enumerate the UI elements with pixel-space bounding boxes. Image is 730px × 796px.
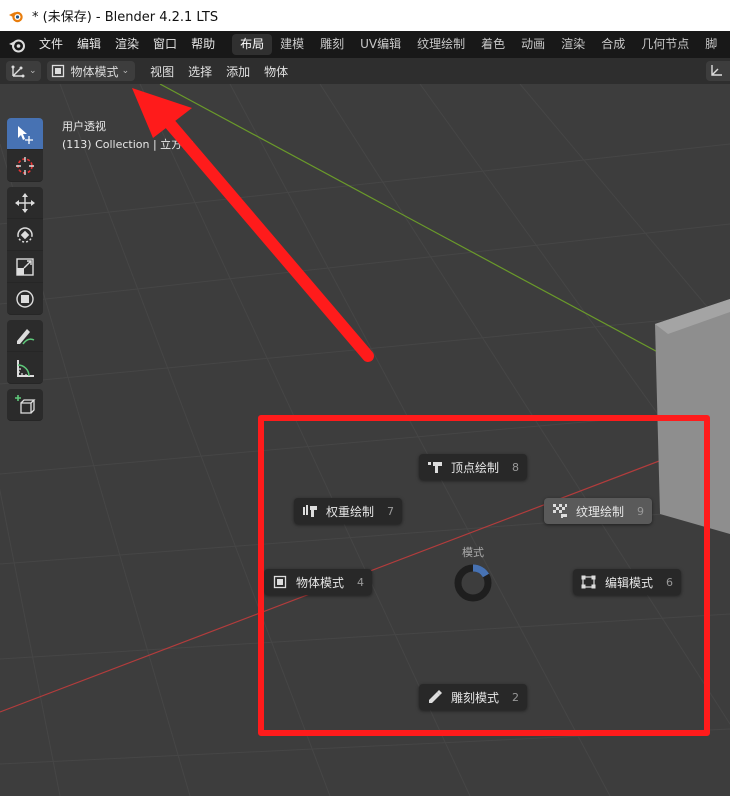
title-bar: * (未保存) - Blender 4.2.1 LTS: [0, 0, 730, 31]
tab-shading[interactable]: 着色: [473, 34, 513, 55]
add-cube-icon: [15, 394, 36, 414]
select-box-tool[interactable]: [7, 118, 43, 150]
annotate-tool[interactable]: [7, 320, 43, 352]
add-cube-tool[interactable]: [7, 389, 43, 421]
menu-edit[interactable]: 编辑: [70, 31, 108, 58]
menu-file[interactable]: 文件: [32, 31, 70, 58]
tab-scripting[interactable]: 脚: [697, 34, 725, 55]
menu-select[interactable]: 选择: [181, 63, 219, 80]
workspace-tabs: 布局 建模 雕刻 UV编辑 纹理绘制 着色 动画 渲染 合成 几何节点 脚: [232, 31, 725, 58]
move-arrows-icon: [15, 192, 35, 213]
axes-icon: [11, 65, 25, 78]
top-menu-bar: 文件 编辑 渲染 窗口 帮助 布局 建模 雕刻 UV编辑 纹理绘制 着色 动画 …: [0, 31, 730, 58]
window-title: * (未保存) - Blender 4.2.1 LTS: [32, 10, 219, 25]
transform-tool[interactable]: [7, 283, 43, 315]
pie-menu-highlight-box: [258, 415, 710, 736]
tab-modeling[interactable]: 建模: [272, 34, 312, 55]
view-name-label: 用户透视: [62, 120, 106, 133]
tab-layout[interactable]: 布局: [232, 34, 273, 55]
tab-compositing[interactable]: 合成: [593, 34, 633, 55]
menu-view[interactable]: 视图: [143, 63, 181, 80]
transform-orientation-button[interactable]: [706, 61, 730, 81]
tab-sculpting[interactable]: 雕刻: [312, 34, 352, 55]
viewport-header: ⌄ 物体模式 ⌄ 视图 选择 添加 物体: [0, 58, 730, 84]
scale-icon: [16, 257, 34, 276]
menu-help[interactable]: 帮助: [184, 31, 222, 58]
rotate-icon: [17, 226, 33, 243]
move-tool[interactable]: [7, 187, 43, 219]
menu-render[interactable]: 渲染: [108, 31, 146, 58]
3d-cursor-icon: [16, 156, 34, 175]
y-axis-line: [159, 84, 681, 365]
chevron-down-icon: ⌄: [121, 66, 130, 76]
menu-object[interactable]: 物体: [257, 63, 295, 80]
mode-select-label: 物体模式: [70, 64, 119, 79]
tool-shelf: [7, 118, 45, 426]
cursor-tool[interactable]: [7, 150, 43, 182]
collection-info-label: (113) Collection | 立方体: [62, 138, 194, 151]
menu-window[interactable]: 窗口: [146, 31, 184, 58]
menu-add[interactable]: 添加: [219, 63, 257, 80]
3d-viewport[interactable]: 用户透视 (113) Collection | 立方体 顶点绘制 8 权重绘制 …: [0, 84, 730, 796]
scale-tool[interactable]: [7, 251, 43, 283]
tab-geometry-nodes[interactable]: 几何节点: [633, 34, 697, 55]
tab-rendering[interactable]: 渲染: [553, 34, 593, 55]
select-cursor-icon: [18, 125, 33, 144]
blender-logo-icon: [9, 11, 23, 22]
blender-window: * (未保存) - Blender 4.2.1 LTS 文件 编辑 渲染 窗口 …: [0, 0, 730, 796]
tab-texture-paint[interactable]: 纹理绘制: [409, 34, 473, 55]
tab-uv-editing[interactable]: UV编辑: [352, 34, 409, 55]
ruler-icon: [17, 359, 34, 377]
chevron-down-icon: ⌄: [29, 66, 37, 76]
object-mode-icon: [51, 64, 64, 78]
blender-menu-icon[interactable]: [8, 36, 26, 54]
tab-animation[interactable]: 动画: [513, 34, 553, 55]
pencil-icon: [17, 328, 35, 344]
measure-tool[interactable]: [7, 352, 43, 384]
transform-gizmo-icon: [711, 65, 722, 76]
mode-select-dropdown[interactable]: 物体模式 ⌄: [46, 61, 136, 81]
rotate-tool[interactable]: [7, 219, 43, 251]
transform-icon: [16, 289, 34, 308]
editor-type-button[interactable]: ⌄: [6, 61, 41, 81]
